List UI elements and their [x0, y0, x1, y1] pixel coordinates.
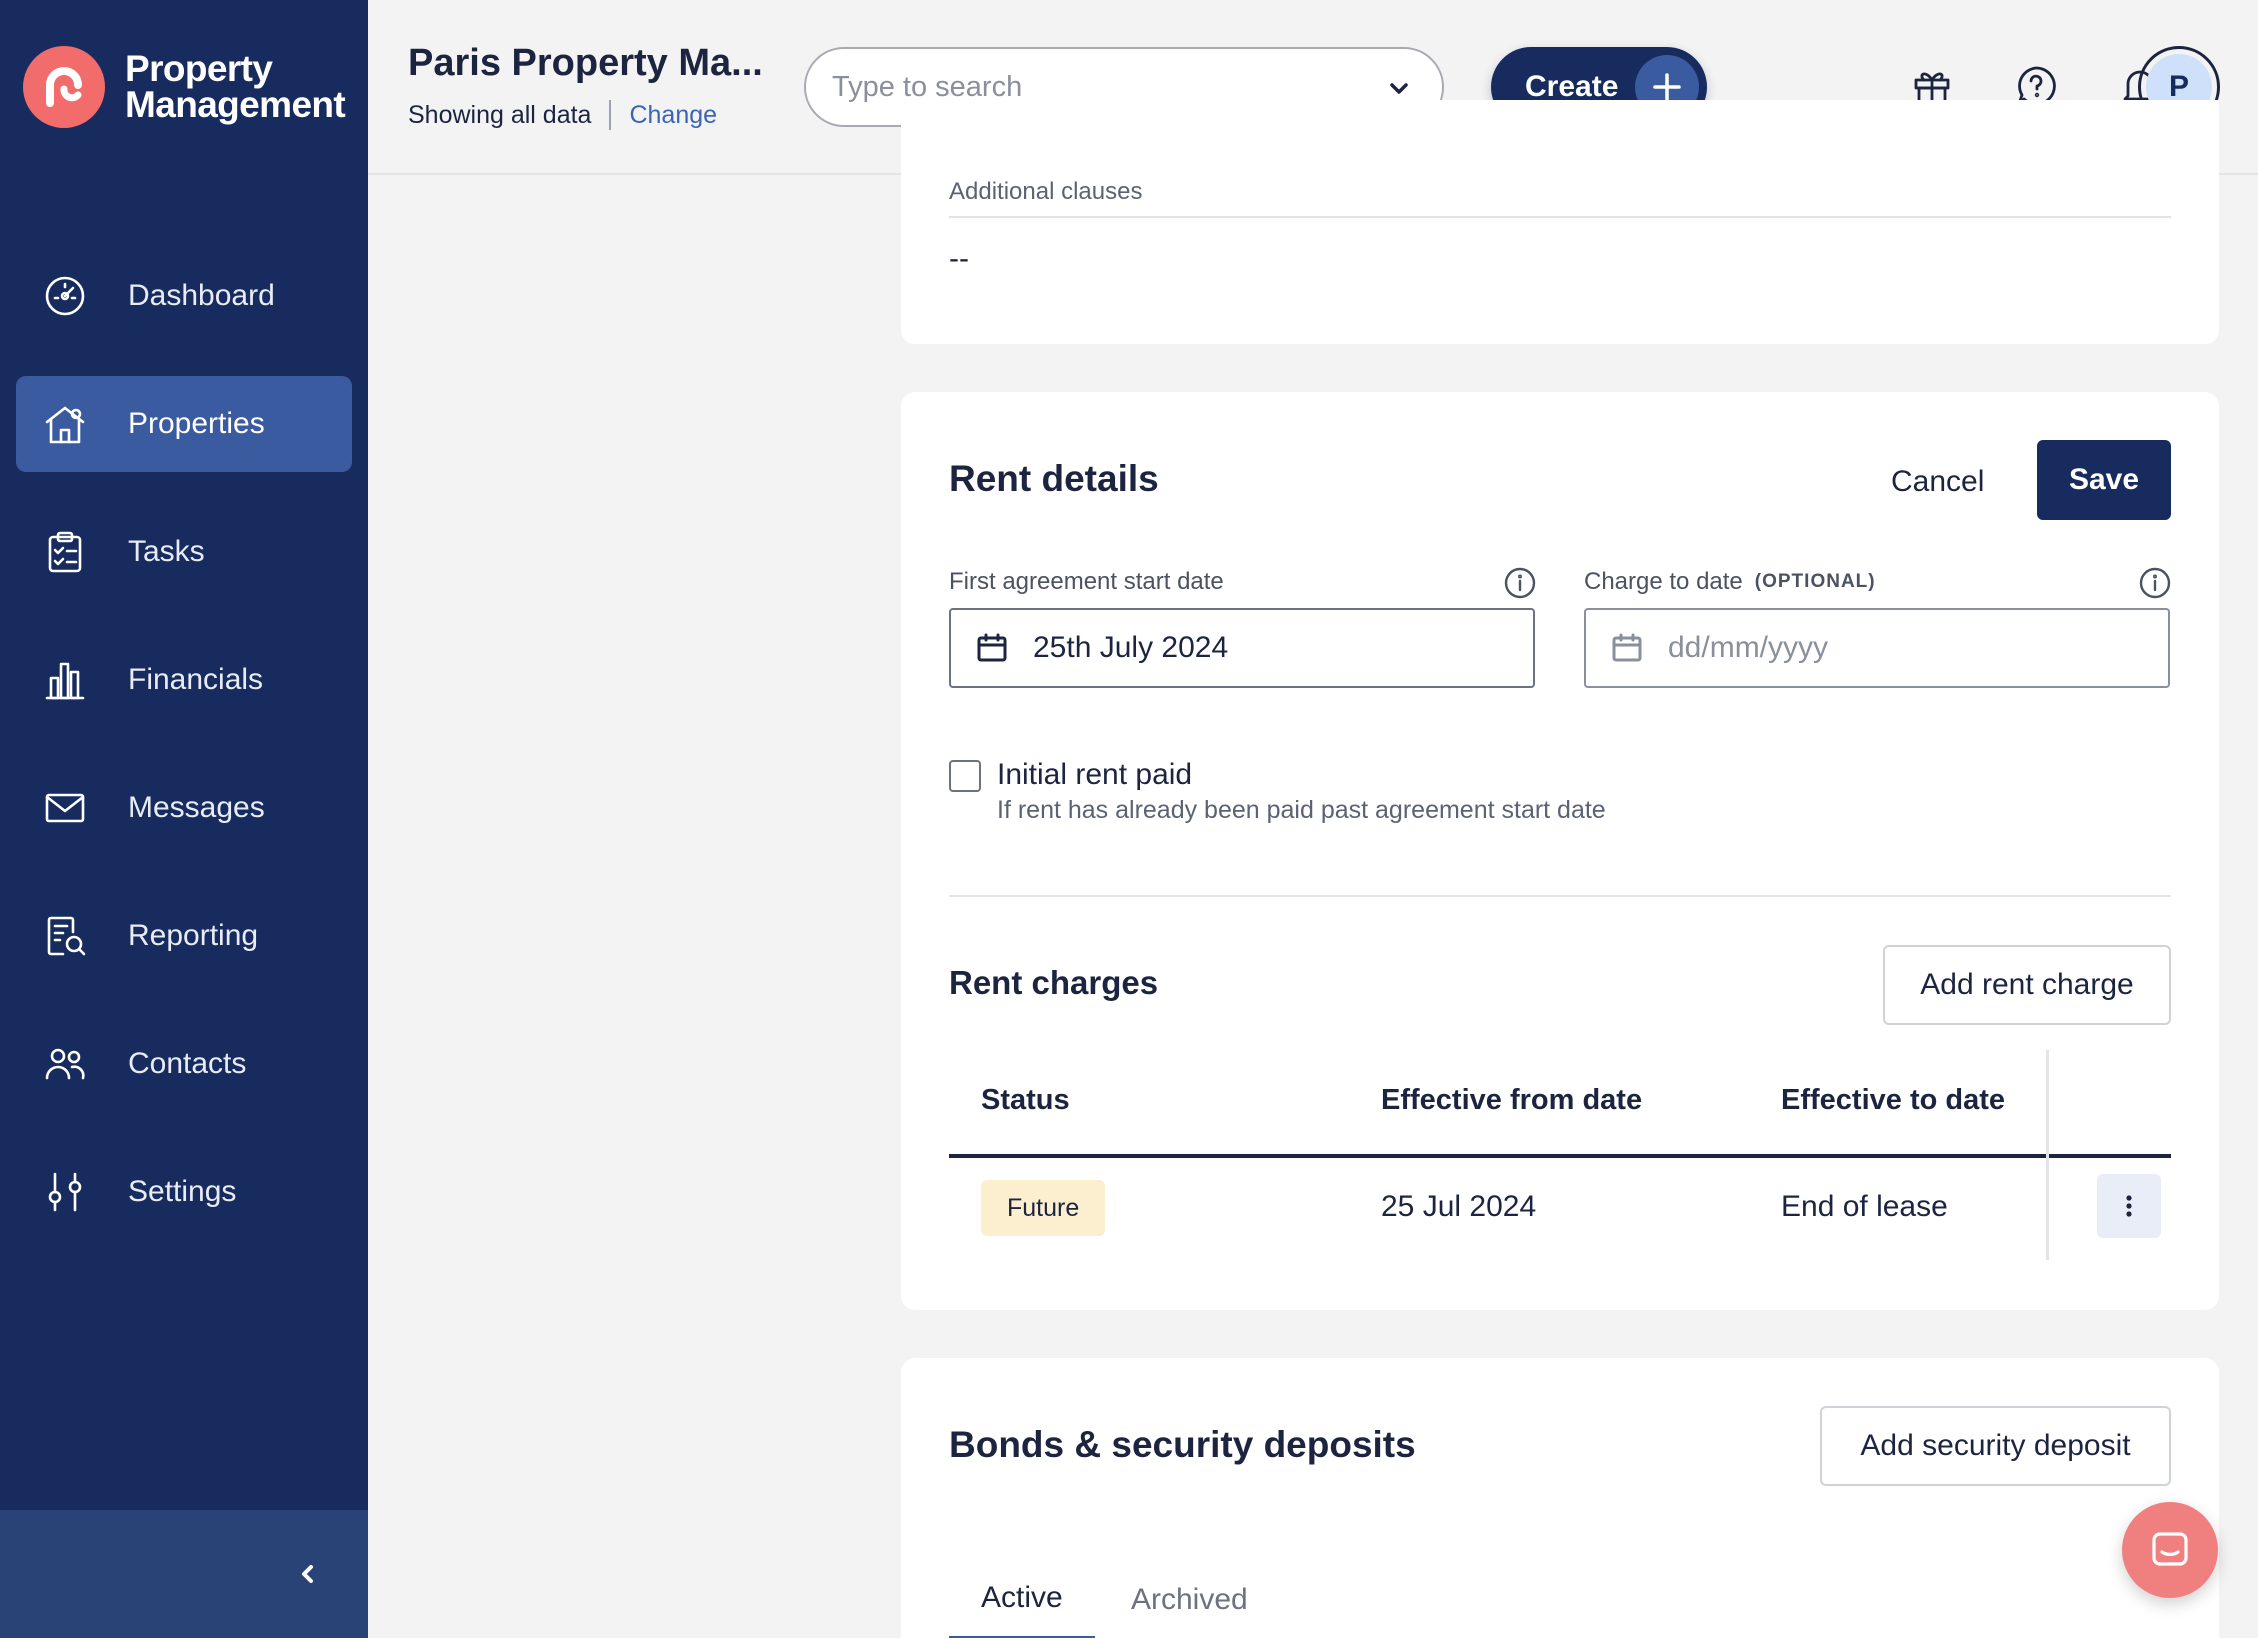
calendar-icon [975, 631, 1009, 665]
sidebar-item-messages[interactable]: Messages [16, 760, 352, 856]
column-divider [2046, 1050, 2049, 1260]
sidebar-item-tasks[interactable]: Tasks [16, 504, 352, 600]
bonds-card: Bonds & security deposits Add security d… [901, 1358, 2219, 1638]
column-header-effective-from[interactable]: Effective from date [1381, 1084, 1642, 1117]
lease-terms-card: Additional clauses -- [901, 100, 2219, 344]
bar-chart-icon [42, 657, 88, 703]
sidebar-item-properties[interactable]: Properties [16, 376, 352, 472]
chevron-down-icon[interactable] [1384, 73, 1414, 103]
sidebar-item-label: Properties [128, 407, 265, 440]
column-header-effective-to[interactable]: Effective to date [1781, 1084, 2005, 1117]
org-name: Paris Property Ma... [408, 42, 763, 84]
save-button[interactable]: Save [2037, 440, 2171, 520]
divider [949, 216, 2171, 218]
chevron-left-icon [302, 1565, 313, 1583]
sidebar-item-label: Reporting [128, 919, 259, 952]
charge-to-date-field[interactable]: dd/mm/yyyy [1584, 608, 2170, 688]
sidebar-nav: Dashboard Properties Tasks Financials Me… [16, 248, 352, 1272]
initial-rent-paid-label[interactable]: Initial rent paid [997, 758, 1192, 792]
more-vertical-icon [2126, 1195, 2132, 1217]
sidebar-item-financials[interactable]: Financials [16, 632, 352, 728]
effective-to-cell: End of lease [1781, 1190, 1948, 1223]
dashboard-gauge-icon [42, 273, 88, 319]
bonds-tabs: Active Archived [949, 1560, 2171, 1638]
sidebar-item-reporting[interactable]: Reporting [16, 888, 352, 984]
clipboard-checklist-icon [42, 529, 88, 575]
divider [609, 100, 612, 130]
rent-details-card: Rent details Cancel Save First agreement… [901, 392, 2219, 1310]
additional-clauses-label: Additional clauses [949, 178, 1143, 205]
chat-icon [2152, 1532, 2188, 1566]
sidebar-item-label: Financials [128, 663, 264, 696]
cancel-button[interactable]: Cancel [1867, 442, 2008, 522]
initial-rent-paid-help: If rent has already been paid past agree… [997, 796, 1606, 824]
create-label: Create [1525, 70, 1619, 103]
chat-launcher-button[interactable] [2122, 1502, 2218, 1598]
report-search-icon [42, 913, 88, 959]
row-actions-button[interactable] [2097, 1174, 2161, 1238]
sliders-icon [42, 1169, 88, 1215]
search-input[interactable] [832, 70, 1372, 104]
table-header-rule [949, 1154, 2171, 1158]
rent-charges-title: Rent charges [949, 964, 1159, 1001]
add-rent-charge-button[interactable]: Add rent charge [1883, 945, 2171, 1025]
data-scope: Showing all data Change [408, 100, 717, 130]
status-badge: Future [981, 1180, 1106, 1236]
column-header-status[interactable]: Status [981, 1084, 1070, 1117]
sidebar-footer [0, 1510, 368, 1638]
add-security-deposit-button[interactable]: Add security deposit [1820, 1406, 2171, 1486]
info-icon[interactable] [2138, 566, 2172, 600]
sidebar: Property Management Dashboard Properties… [0, 0, 368, 1638]
effective-from-cell: 25 Jul 2024 [1381, 1190, 1537, 1223]
first-start-date-field[interactable]: 25th July 2024 [949, 608, 1535, 688]
tab-archived[interactable]: Archived [1099, 1560, 1280, 1638]
brand-logo[interactable]: Property Management [23, 46, 346, 128]
sidebar-item-label: Settings [128, 1175, 237, 1208]
optional-tag: (OPTIONAL) [1754, 571, 1876, 592]
charge-to-date-placeholder: dd/mm/yyyy [1668, 631, 1829, 664]
envelope-icon [42, 785, 88, 831]
info-icon[interactable] [1503, 566, 1537, 600]
sidebar-item-contacts[interactable]: Contacts [16, 1016, 352, 1112]
first-start-date-value: 25th July 2024 [1033, 631, 1229, 664]
additional-clauses-value: -- [949, 242, 969, 275]
first-start-date-label: First agreement start date [949, 568, 1224, 595]
brand-mark-icon [23, 46, 105, 128]
charge-to-date-label: Charge to date (OPTIONAL) [1584, 568, 1876, 595]
sidebar-item-label: Dashboard [128, 279, 275, 312]
divider [949, 895, 2171, 897]
initial-rent-paid-checkbox[interactable] [949, 760, 981, 792]
sidebar-item-settings[interactable]: Settings [16, 1144, 352, 1240]
rent-details-title: Rent details [949, 458, 1159, 499]
brand-name: Property Management [125, 48, 346, 125]
sidebar-item-label: Messages [128, 791, 265, 824]
change-link[interactable]: Change [629, 101, 717, 130]
sidebar-item-dashboard[interactable]: Dashboard [16, 248, 352, 344]
collapse-sidebar-button[interactable] [286, 1552, 330, 1596]
tab-active[interactable]: Active [949, 1560, 1095, 1638]
calendar-icon [1610, 631, 1644, 665]
people-icon [42, 1041, 88, 1087]
showing-label: Showing all data [408, 100, 592, 129]
sidebar-item-label: Tasks [128, 535, 205, 568]
sidebar-item-label: Contacts [128, 1047, 247, 1080]
house-icon [42, 401, 88, 447]
bonds-title: Bonds & security deposits [949, 1424, 1416, 1465]
